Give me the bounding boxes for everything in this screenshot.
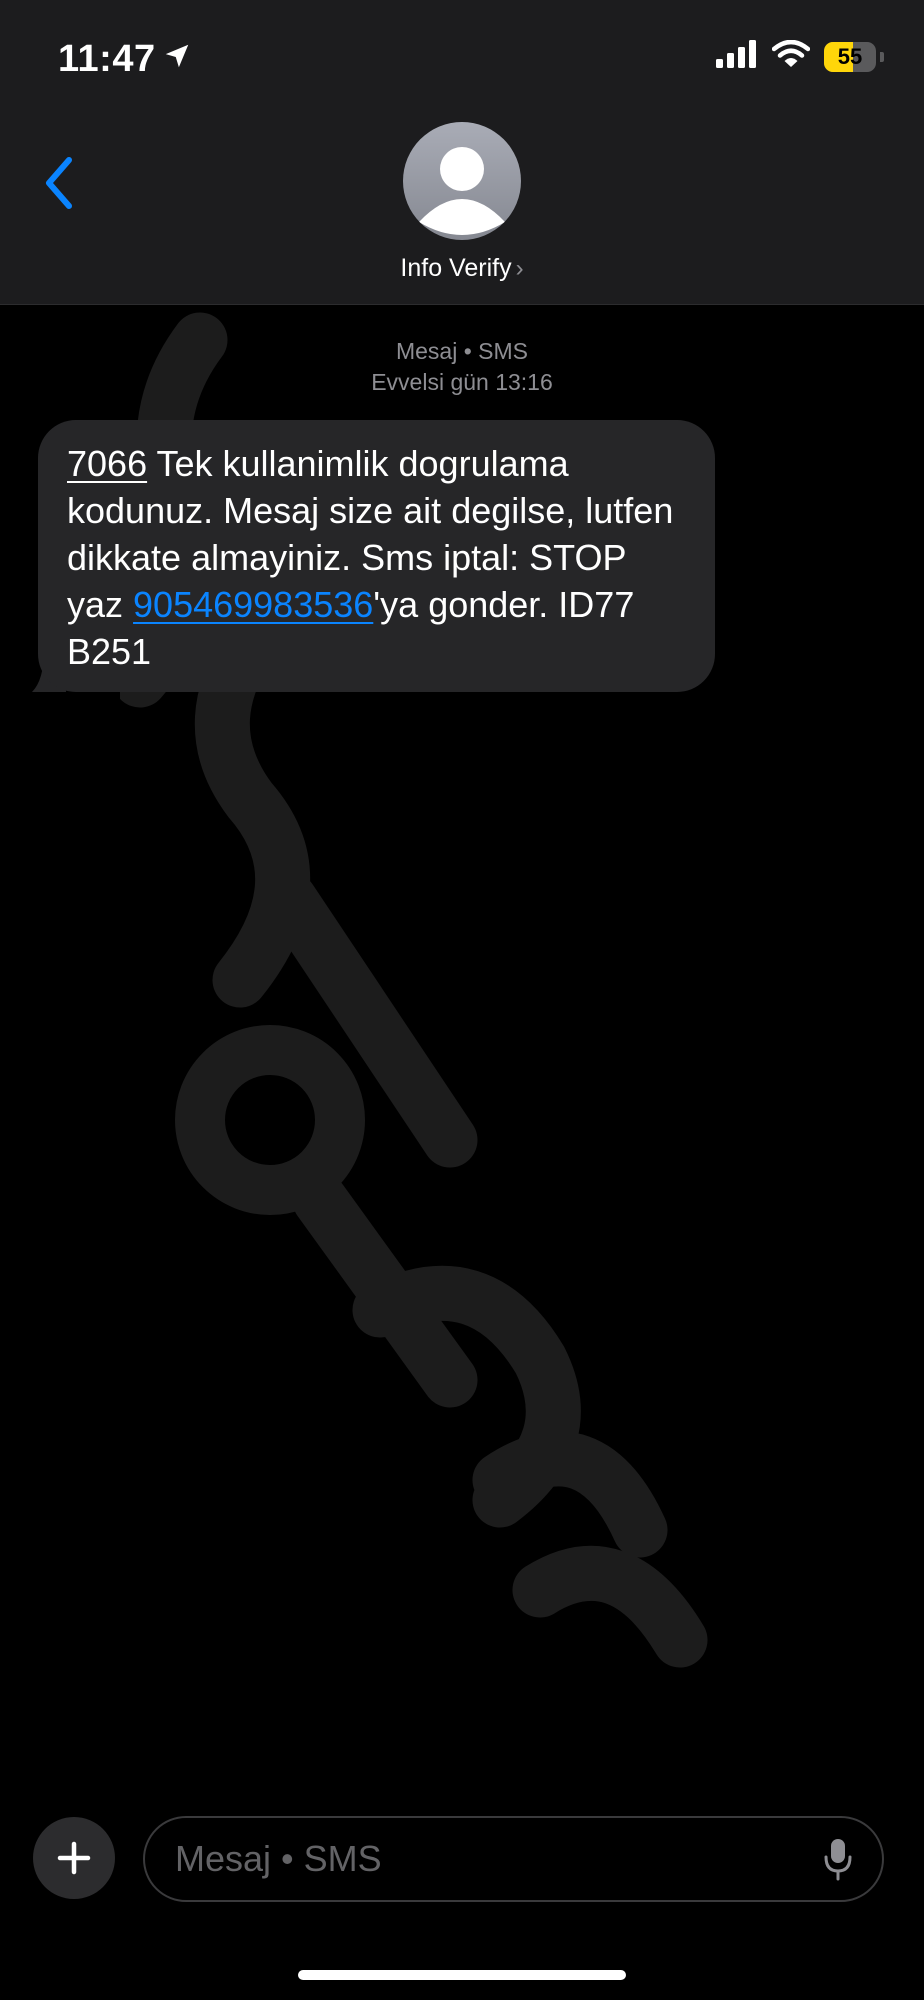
phone-number-link[interactable]: 905469983536 (133, 584, 373, 625)
cellular-signal-icon (716, 40, 758, 73)
battery-percentage: 55 (837, 43, 863, 69)
contact-name-button[interactable]: Info Verify › (0, 254, 924, 283)
message-compose-field[interactable] (143, 1816, 884, 1902)
status-bar: 11:47 55 (0, 0, 924, 110)
chevron-right-icon: › (515, 255, 524, 282)
chevron-left-icon (46, 157, 72, 209)
avatar[interactable] (403, 122, 521, 240)
back-button[interactable] (34, 148, 84, 218)
location-arrow-icon (162, 38, 192, 81)
add-attachment-button[interactable] (33, 1817, 115, 1899)
status-time-text: 11:47 (58, 38, 156, 80)
battery-cap (880, 51, 884, 62)
dictation-button[interactable] (818, 1834, 858, 1884)
contact-name: Info Verify (400, 254, 512, 282)
home-indicator[interactable] (298, 1970, 626, 1980)
person-silhouette-icon (419, 147, 505, 235)
service-label: Mesaj • SMS (395, 338, 529, 364)
message-input[interactable] (173, 1837, 818, 1881)
message-timestamp: Evvelsi gün 13:16 (371, 369, 553, 395)
conversation-header: Info Verify › (0, 110, 924, 305)
battery-icon: 55 (824, 41, 876, 72)
status-time: 11:47 (58, 38, 192, 81)
thread-meta: Mesaj • SMS Evvelsi gün 13:16 (0, 336, 924, 398)
status-indicators: 55 (716, 39, 884, 73)
wifi-icon (771, 39, 811, 73)
verification-code[interactable]: 7066 (67, 443, 147, 484)
microphone-icon (824, 1839, 852, 1881)
message-bubble[interactable]: 7066 Tek kullanimlik dogrulama kodunuz. … (38, 420, 715, 692)
plus-icon (57, 1841, 91, 1875)
